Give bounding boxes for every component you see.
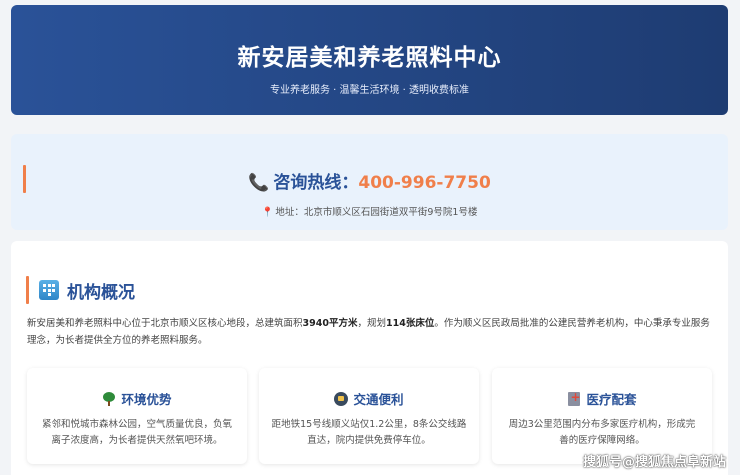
section-title: 机构概况	[67, 282, 135, 303]
card-text: 紧邻和悦城市森林公园，空气质量优良，负氧离子浓度高，为长者提供天然氧吧环境。	[41, 419, 232, 446]
intro-paragraph: 新安居美和养老照料中心位于北京市顺义区核心地段，总建筑面积3940平方米，规划1…	[27, 318, 710, 346]
hotline-label: 咨询热线：	[273, 173, 359, 193]
card-text: 周边3公里范围内分布多家医疗机构，形成完善的医疗保障网络。	[508, 419, 696, 446]
feature-card-environment: 环境优势 紧邻和悦城市森林公园，空气质量优良，负氧离子浓度高，为长者提供天然氧吧…	[27, 368, 247, 464]
card-title: 医疗配套	[586, 392, 637, 407]
hero-banner: 新安居美和养老照料中心 专业养老服务 · 温馨生活环境 · 透明收费标准	[11, 5, 728, 115]
building-icon	[39, 280, 59, 300]
map-pin-icon: 📍	[261, 207, 274, 218]
section-accent-bar	[26, 276, 29, 304]
address-text: 地址：北京市顺义区石园街道双平街9号院1号楼	[275, 207, 478, 218]
hotline[interactable]: 📞 咨询热线：400-996-7750	[11, 168, 728, 193]
section-header: 机构概况	[26, 276, 135, 304]
card-title: 环境优势	[121, 392, 172, 407]
feature-card-medical: 医疗配套 周边3公里范围内分布多家医疗机构，形成完善的医疗保障网络。	[492, 368, 712, 464]
tree-icon	[102, 391, 116, 406]
beds-value: 114张床位	[385, 318, 435, 329]
hero-subtitle: 专业养老服务 · 温馨生活环境 · 透明收费标准	[269, 85, 470, 96]
phone-icon: 📞	[248, 173, 270, 193]
watermark: 搜狐号@搜狐焦点阜新站	[582, 455, 726, 470]
feature-card-transport: 交通便利 距地铁15号线顺义站仅1.2公里，8条公交线路直达，院内提供免费停车位…	[259, 368, 479, 464]
page-title: 新安居美和养老照料中心	[237, 45, 502, 71]
card-text: 距地铁15号线顺义站仅1.2公里，8条公交线路直达，院内提供免费停车位。	[271, 419, 467, 446]
address: 📍 地址：北京市顺义区石园街道双平街9号院1号楼	[11, 204, 728, 218]
hotline-number[interactable]: 400-996-7750	[358, 173, 490, 193]
hospital-icon	[567, 390, 581, 406]
card-title: 交通便利	[353, 392, 404, 407]
area-value: 3940平方米	[302, 318, 358, 329]
contact-section: 📞 咨询热线：400-996-7750 📍 地址：北京市顺义区石园街道双平街9号院1…	[11, 134, 728, 230]
bus-icon	[334, 391, 349, 406]
overview-section: 机构概况 新安居美和养老照料中心位于北京市顺义区核心地段，总建筑面积3940平方…	[11, 241, 728, 475]
